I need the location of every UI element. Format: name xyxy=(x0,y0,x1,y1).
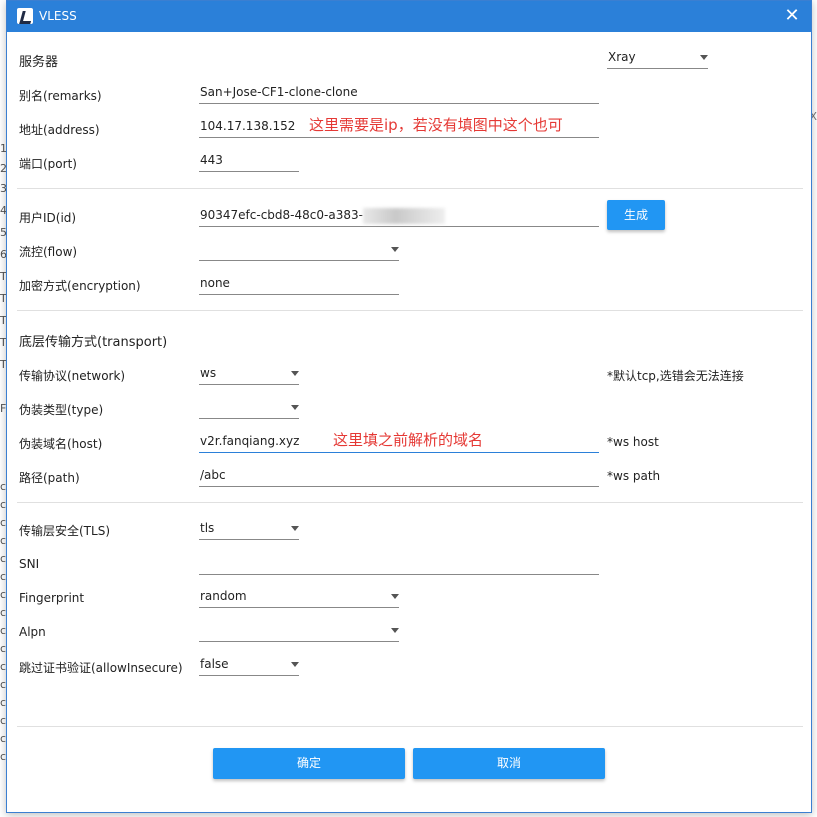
path-hint: *ws path xyxy=(607,469,661,483)
encryption-label: 加密方式(encryption) xyxy=(19,279,141,293)
vless-dialog: VLESS ✕ 服务器 Xray 别名(remarks) San+Jose-CF… xyxy=(6,0,812,813)
allow-insecure-select[interactable]: false xyxy=(199,654,299,676)
fingerprint-select[interactable]: random xyxy=(199,586,399,608)
chevron-down-icon xyxy=(700,55,708,60)
fingerprint-value: random xyxy=(200,589,247,603)
tls-label: 传输层安全(TLS) xyxy=(19,524,110,538)
host-annotation: 这里填之前解析的域名 xyxy=(333,431,484,449)
tls-select[interactable]: tls xyxy=(199,518,299,540)
path-label: 路径(path) xyxy=(19,471,80,485)
network-value: ws xyxy=(200,366,217,380)
network-label: 传输协议(network) xyxy=(19,369,126,383)
host-label: 伪装域名(host) xyxy=(19,437,103,451)
chevron-down-icon xyxy=(291,526,299,531)
core-type-select[interactable]: Xray xyxy=(607,47,708,69)
path-input[interactable]: /abc xyxy=(199,465,599,487)
type-select[interactable] xyxy=(199,397,299,419)
type-label: 伪装类型(type) xyxy=(19,403,104,417)
redacted-blur xyxy=(363,208,445,224)
chevron-down-icon xyxy=(291,405,299,410)
footer-divider xyxy=(17,726,803,727)
port-input[interactable]: 443 xyxy=(199,150,299,172)
host-hint: *ws host xyxy=(607,435,659,449)
chevron-down-icon xyxy=(391,628,399,633)
chevron-down-icon xyxy=(391,594,399,599)
allow-insecure-label: 跳过证书验证(allowInsecure) xyxy=(19,661,183,675)
flow-select[interactable] xyxy=(199,239,399,261)
title-bar: VLESS ✕ xyxy=(7,1,811,32)
network-hint: *默认tcp,选错会无法连接 xyxy=(607,369,744,383)
window-title: VLESS xyxy=(39,9,77,23)
sni-label: SNI xyxy=(19,557,40,571)
chevron-down-icon xyxy=(291,371,299,376)
fingerprint-label: Fingerprint xyxy=(19,591,85,605)
flow-label: 流控(flow) xyxy=(19,245,78,259)
network-select[interactable]: ws xyxy=(199,363,299,385)
tls-value: tls xyxy=(200,521,215,535)
section-divider xyxy=(17,188,803,189)
alpn-select[interactable] xyxy=(199,620,399,642)
section-divider xyxy=(17,310,803,311)
remarks-input[interactable]: San+Jose-CF1-clone-clone xyxy=(199,82,599,104)
transport-section-title: 底层传输方式(transport) xyxy=(19,335,168,350)
server-section-title: 服务器 xyxy=(19,55,59,70)
allow-insecure-value: false xyxy=(200,657,229,671)
user-id-label: 用户ID(id) xyxy=(19,211,77,225)
chevron-down-icon xyxy=(391,247,399,252)
v2rayn-logo-icon xyxy=(17,8,33,24)
alpn-label: Alpn xyxy=(19,625,46,639)
section-divider xyxy=(17,502,803,503)
ok-button[interactable]: 确定 xyxy=(213,748,405,779)
core-type-value: Xray xyxy=(608,50,636,64)
encryption-input[interactable]: none xyxy=(199,273,399,295)
close-icon[interactable]: ✕ xyxy=(781,5,803,27)
remarks-label: 别名(remarks) xyxy=(19,89,102,103)
address-label: 地址(address) xyxy=(19,123,100,137)
cancel-button[interactable]: 取消 xyxy=(413,748,605,779)
generate-button[interactable]: 生成 xyxy=(607,200,665,230)
sni-input[interactable] xyxy=(199,553,599,575)
port-label: 端口(port) xyxy=(19,157,77,171)
address-annotation: 这里需要是ip，若没有填图中这个也可 xyxy=(309,116,563,134)
chevron-down-icon xyxy=(291,662,299,667)
